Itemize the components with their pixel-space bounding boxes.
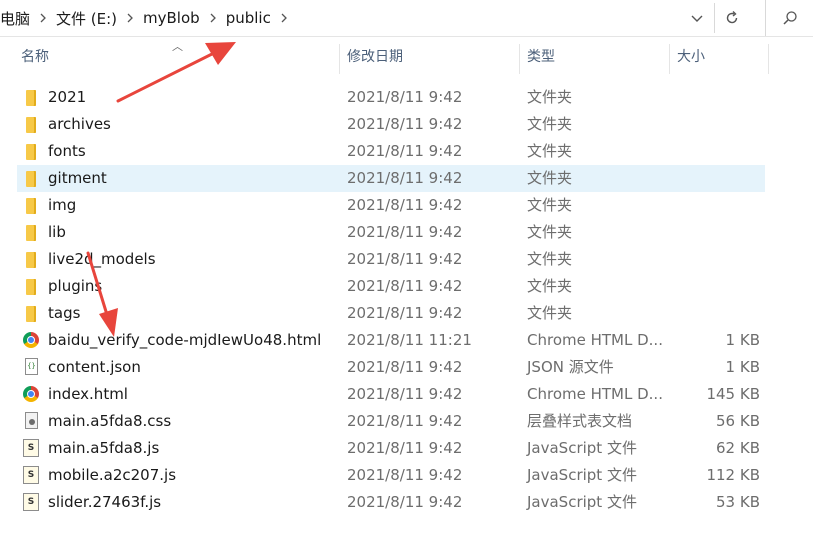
annotation-arrows	[86, 42, 236, 337]
arrow-to-public	[116, 42, 236, 103]
arrow-to-baidu-file	[86, 251, 118, 337]
